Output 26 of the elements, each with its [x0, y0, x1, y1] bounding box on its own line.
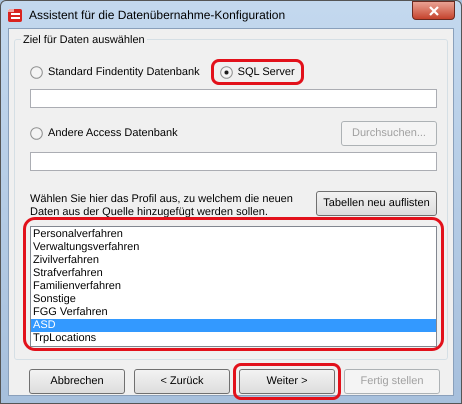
dialog-button[interactable]: Abbrechen — [29, 369, 125, 394]
dialog-button[interactable]: < Zurück — [134, 369, 230, 394]
radio-button[interactable] — [30, 126, 43, 140]
close-icon — [428, 6, 438, 16]
instruction-text: Wählen Sie hier das Profil aus, zu welchem die neuen Daten aus der Quelle hinzugefügt werden sollen. — [30, 192, 294, 219]
app-icon — [7, 6, 23, 22]
radio-button[interactable] — [220, 66, 233, 78]
radio-label[interactable]: Andere Access Datenbank — [48, 124, 178, 142]
refresh-button[interactable]: Tabellen neu auflisten — [316, 191, 437, 216]
list-item[interactable]: TrpLocations — [31, 332, 436, 345]
list-item[interactable]: Verwaltungsverfahren — [31, 241, 436, 254]
server-field[interactable] — [30, 89, 437, 108]
close-button[interactable] — [412, 1, 455, 20]
path-field[interactable] — [30, 152, 437, 171]
list-item[interactable]: Familienverfahren — [31, 280, 436, 293]
list-item[interactable]: Sonstige — [31, 293, 436, 306]
radio-button[interactable] — [30, 66, 43, 78]
radio-label[interactable]: Standard Findentity Datenbank — [48, 64, 200, 80]
profile-list[interactable]: Personalverfahren Verwaltungsverfahren Zivilverfahren Strafverfahren Familienverfahren Sonstige FGG Verfahren ASD TrpLocations — [30, 226, 437, 347]
list-item[interactable]: FGG Verfahren — [31, 306, 436, 319]
list-item[interactable]: Personalverfahren — [31, 228, 436, 241]
list-item[interactable]: Zivilverfahren — [31, 254, 436, 267]
radio-label[interactable]: SQL Server — [238, 64, 295, 80]
dialog-button[interactable]: Weiter > — [239, 369, 335, 394]
list-item[interactable]: Strafverfahren — [31, 267, 436, 280]
window-title: Assistent für die Datenübernahme-Konfiguration — [29, 6, 286, 24]
